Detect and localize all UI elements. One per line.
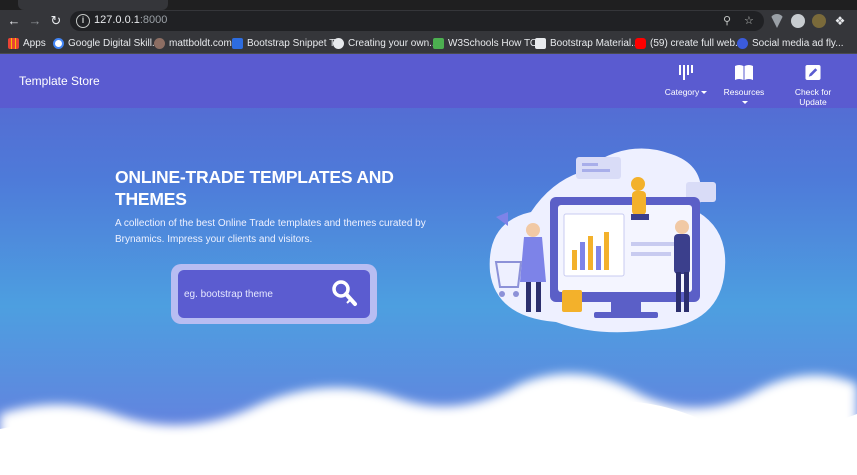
browser-tab[interactable] <box>18 0 168 10</box>
nav-resources[interactable]: Resources <box>720 64 768 107</box>
book-icon <box>735 65 753 80</box>
bookmark-item[interactable]: Google Digital Skill... <box>53 35 160 51</box>
zoom-icon[interactable]: ⚲ <box>723 14 731 27</box>
forward-icon[interactable]: → <box>27 13 43 29</box>
avatar-icon <box>154 37 165 49</box>
search-input[interactable] <box>184 282 324 306</box>
caret-down-icon <box>742 101 748 105</box>
extension-icon[interactable] <box>791 14 805 28</box>
site-info-icon[interactable]: i <box>76 14 90 28</box>
hero-title: ONLINE-TRADE TEMPLATES AND THEMES <box>115 167 394 209</box>
bookmarks-bar: Apps Google Digital Skill... mattboldt.c… <box>0 32 857 54</box>
search-frame <box>171 264 377 324</box>
back-icon[interactable]: ← <box>6 13 22 29</box>
youtube-icon <box>635 37 646 49</box>
globe-icon <box>333 37 344 49</box>
extension-icon[interactable] <box>812 14 826 28</box>
page: Template Store Category Resources Check <box>0 54 857 475</box>
w3schools-icon <box>433 37 444 49</box>
bootstrap-snippet-icon <box>232 37 243 49</box>
vuejs-extension-icon[interactable] <box>770 14 784 28</box>
nav-category[interactable]: Category <box>664 64 708 97</box>
tab-strip <box>0 0 857 10</box>
puzzle-icon[interactable]: ❖ <box>832 13 848 29</box>
badge-icon <box>737 37 748 49</box>
edit-icon <box>805 64 821 81</box>
brand-logo[interactable]: Template Store <box>19 74 100 88</box>
bookmark-item[interactable]: Bootstrap Snippet T... <box>232 35 342 51</box>
bookmark-item[interactable]: Bootstrap Material... <box>535 35 639 51</box>
reload-icon[interactable]: ↻ <box>48 13 64 29</box>
bookmark-apps[interactable]: Apps <box>8 35 46 51</box>
apps-grid-icon <box>8 37 19 49</box>
hero-description: A collection of the best Online Trade te… <box>115 218 426 245</box>
star-icon[interactable]: ☆ <box>744 14 754 27</box>
caret-down-icon <box>701 91 708 95</box>
ecommerce-illustration <box>489 148 726 333</box>
url-text[interactable]: 127.0.0.1:8000 <box>94 14 167 26</box>
search-icon[interactable] <box>328 277 362 311</box>
bookmark-item[interactable]: W3Schools How TO... <box>433 35 546 51</box>
bars-icon <box>679 65 693 80</box>
navbar: Template Store Category Resources Check <box>0 54 857 108</box>
browser-toolbar: ← → ↻ i 127.0.0.1:8000 ⚲ ☆ ❖ <box>0 10 857 32</box>
nav-check-update[interactable]: Check for Update <box>780 64 846 107</box>
bootstrap-material-icon <box>535 37 546 49</box>
bookmark-item[interactable]: Creating your own... <box>333 35 438 51</box>
address-bar[interactable]: i 127.0.0.1:8000 ⚲ ☆ <box>70 11 764 31</box>
bookmark-item[interactable]: mattboldt.com <box>154 35 232 51</box>
search-bar <box>178 270 370 318</box>
wave-divider <box>0 373 857 475</box>
bookmark-item[interactable]: Social media ad fly... <box>737 35 844 51</box>
google-icon <box>53 37 64 49</box>
bookmark-item[interactable]: (59) create full web... <box>635 35 743 51</box>
